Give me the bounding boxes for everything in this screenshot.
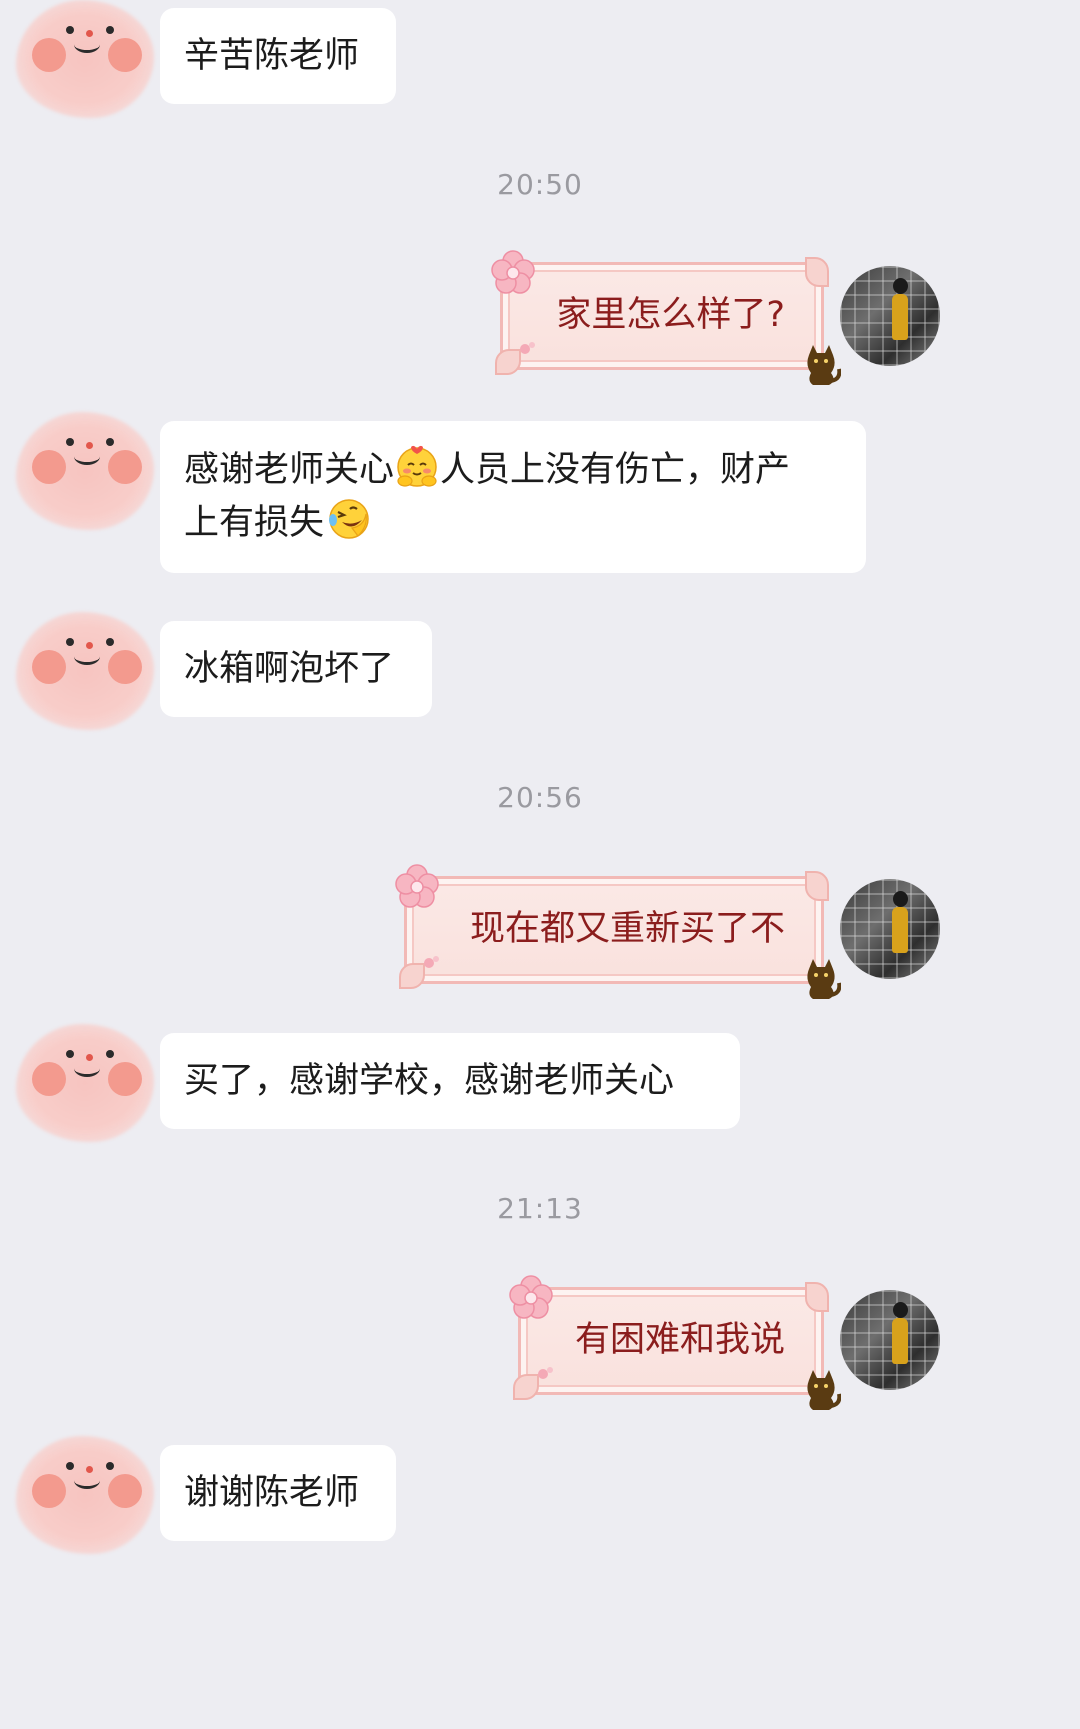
message-bubble[interactable]: 买了，感谢学校，感谢老师关心 — [160, 1033, 740, 1129]
message-bubble[interactable]: 家里怎么样了? — [491, 250, 841, 385]
message-bubble[interactable]: 现在都又重新买了不 — [395, 864, 841, 999]
flower-icon — [491, 250, 535, 294]
avatar[interactable] — [840, 879, 940, 979]
message-bubble[interactable]: 辛苦陈老师 — [160, 8, 396, 104]
smiling-blush-emoji — [397, 445, 437, 487]
timestamp: 20:50 — [497, 168, 583, 201]
timestamp: 20:56 — [497, 781, 583, 814]
message-text: 感谢老师关心 — [184, 450, 395, 490]
cat-icon — [807, 345, 841, 385]
message-text: 辛苦陈老师 — [184, 36, 360, 76]
avatar[interactable] — [840, 1290, 940, 1390]
avatar[interactable] — [8, 604, 158, 734]
petal-icon — [520, 342, 535, 354]
avatar[interactable] — [8, 1428, 158, 1558]
chat-area: 辛苦陈老师 20:50 家里怎么样了? 感谢老师关心 人员上没有伤亡，财产 上有… — [0, 0, 1080, 1729]
petal-icon — [424, 956, 439, 968]
message-text: 谢谢陈老师 — [184, 1473, 360, 1513]
cat-icon — [807, 1370, 841, 1410]
timestamp: 21:13 — [497, 1192, 583, 1225]
message-bubble[interactable]: 有困难和我说 — [509, 1275, 841, 1410]
cat-icon — [807, 959, 841, 999]
avatar[interactable] — [8, 1016, 158, 1146]
laughing-tears-emoji — [329, 499, 369, 539]
flower-icon — [509, 1275, 553, 1319]
message-text: 有困难和我说 — [574, 1320, 785, 1360]
message-text: 上有损失 — [184, 503, 325, 543]
message-bubble[interactable]: 感谢老师关心 人员上没有伤亡，财产 上有损失 — [160, 421, 866, 573]
message-text: 家里怎么样了? — [556, 295, 785, 335]
avatar[interactable] — [8, 404, 158, 534]
message-text: 现在都又重新买了不 — [469, 909, 785, 949]
message-bubble[interactable]: 谢谢陈老师 — [160, 1445, 396, 1541]
message-text: 买了，感谢学校，感谢老师关心 — [184, 1061, 675, 1101]
message-text: 冰箱啊泡坏了 — [184, 649, 395, 689]
message-text: 人员上没有伤亡，财产 — [440, 450, 791, 490]
avatar[interactable] — [840, 266, 940, 366]
message-bubble[interactable]: 冰箱啊泡坏了 — [160, 621, 432, 717]
avatar[interactable] — [8, 0, 158, 122]
petal-icon — [538, 1367, 553, 1379]
flower-icon — [395, 864, 439, 908]
